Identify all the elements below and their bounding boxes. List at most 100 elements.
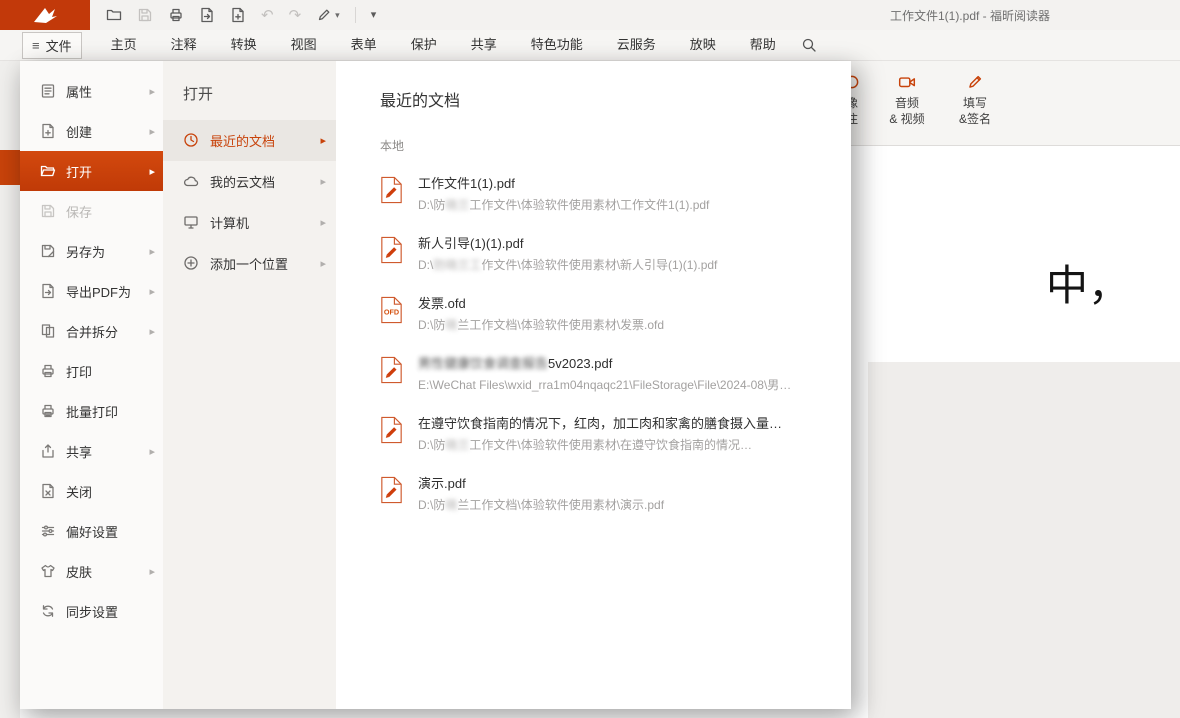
submenu-arrow-icon: ▸: [149, 85, 155, 98]
open-submenu-item-3[interactable]: 计算机▸: [163, 202, 336, 243]
pdf-file-icon: [380, 236, 403, 265]
open-icon: [40, 163, 56, 179]
menu-tab-7[interactable]: 共享: [454, 30, 514, 60]
file-menu-item-5[interactable]: 另存为▸: [20, 231, 163, 271]
toolbar-more-icon[interactable]: ▾: [371, 10, 377, 21]
search-icon[interactable]: [801, 37, 817, 53]
file-menu-item-1[interactable]: 属性 ▸: [20, 71, 163, 111]
submenu-arrow-icon: ▸: [320, 175, 326, 188]
menu-tab-10[interactable]: 放映: [673, 30, 733, 60]
file-menu-item-11[interactable]: 关闭: [20, 471, 163, 511]
redacted-text: 晓兰: [445, 198, 469, 212]
menu-tab-9[interactable]: 云服务: [600, 30, 673, 60]
open-submenu-item-label: 最近的文档: [210, 131, 275, 150]
recent-file-6[interactable]: 演示.pdfD:\防晓兰工作文档\体验软件使用素材\演示.pdf: [380, 464, 827, 524]
ribbon-button-label: 音频: [895, 95, 919, 111]
file-menu-item-9[interactable]: 批量打印: [20, 391, 163, 431]
recent-file-4[interactable]: 男性健康饮食调查报告5v2023.pdf E:\WeChat Files\wxid…: [380, 344, 827, 404]
open-submenu-item-label: 添加一个位置: [210, 254, 288, 273]
redacted-text: 男性健康饮食调查报告: [418, 356, 548, 371]
create-doc-icon[interactable]: [230, 7, 246, 23]
menu-tab-11[interactable]: 帮助: [733, 30, 793, 60]
file-menu-item-6[interactable]: 导出PDF为▸: [20, 271, 163, 311]
menu-tab-8[interactable]: 特色功能: [514, 30, 600, 60]
file-menu-button[interactable]: ≡ 文件: [22, 32, 82, 59]
menu-tab-2[interactable]: 注释: [154, 30, 214, 60]
batchprint-icon: [40, 403, 56, 419]
open-submenu-item-1[interactable]: 最近的文档▸: [163, 120, 336, 161]
file-menu-item-14[interactable]: 同步设置: [20, 591, 163, 631]
ribbon-button-3[interactable]: 填写&签名: [948, 69, 1002, 127]
ribbon-button-label: &签名: [959, 111, 991, 127]
open-file-icon[interactable]: [106, 7, 122, 23]
file-menu-item-4: 保存: [20, 191, 163, 231]
file-menu-item-3[interactable]: 打开▸: [20, 151, 163, 191]
recent-file-title: 在遵守饮食指南的情况下，红肉，加工肉和家禽的膳食摄入量…: [418, 415, 782, 432]
text-segment: 演示.pdf: [418, 476, 466, 491]
skin-icon: [40, 563, 56, 579]
submenu-arrow-icon: ▸: [149, 285, 155, 298]
file-menu-item-13[interactable]: 皮肤▸: [20, 551, 163, 591]
pdf-file-icon: [380, 356, 403, 385]
file-menu-item-label: 打印: [66, 362, 92, 381]
recent-file-title: 男性健康饮食调查报告5v2023.pdf: [418, 355, 791, 372]
open-submenu-item-label: 计算机: [210, 213, 249, 232]
svg-text:OFD: OFD: [384, 307, 399, 316]
recent-file-list: 工作文件1(1).pdfD:\防晓兰工作文件\体验软件使用素材\工作文件1(1)…: [380, 164, 827, 524]
recent-file-path: D:\防晓兰工作文件\体验软件使用素材\工作文件1(1).pdf: [418, 198, 709, 213]
file-menu-item-8[interactable]: 打印: [20, 351, 163, 391]
file-menu-item-label: 另存为: [66, 242, 105, 261]
file-menu-label: 文件: [46, 36, 72, 55]
file-menu-item-12[interactable]: 偏好设置: [20, 511, 163, 551]
plus-icon: [183, 255, 200, 272]
text-segment: D:\防: [418, 318, 445, 332]
ribbon-button-2[interactable]: 音频& 视频: [880, 69, 934, 127]
file-menu-item-2[interactable]: 创建▸: [20, 111, 163, 151]
background-accent: [0, 150, 20, 185]
open-submenu-item-2[interactable]: 我的云文档▸: [163, 161, 336, 202]
text-segment: D:\防: [418, 198, 445, 212]
text-segment: 新人引导(1)(1).pdf: [418, 236, 523, 251]
file-menu-item-10[interactable]: 共享▸: [20, 431, 163, 471]
file-menu-item-label: 皮肤: [66, 562, 92, 581]
menu-tab-5[interactable]: 表单: [334, 30, 394, 60]
recent-file-1[interactable]: 工作文件1(1).pdfD:\防晓兰工作文件\体验软件使用素材\工作文件1(1)…: [380, 164, 827, 224]
export-icon: [40, 283, 56, 299]
save-icon: [137, 7, 153, 23]
undo-icon: ↶: [261, 8, 274, 23]
open-submenu-item-4[interactable]: 添加一个位置▸: [163, 243, 336, 284]
open-submenu-list: 最近的文档▸我的云文档▸计算机▸添加一个位置▸: [163, 120, 336, 284]
text-segment: 5v2023.pdf: [548, 356, 612, 371]
annotate-tool-icon[interactable]: ▾: [316, 7, 340, 23]
window-title: 工作文件1(1).pdf - 福昕阅读器: [890, 0, 1050, 30]
clock-icon: [183, 132, 200, 149]
menu-tab-3[interactable]: 转换: [214, 30, 274, 60]
recent-file-path: E:\WeChat Files\wxid_rra1m04nqaqc21\File…: [418, 378, 791, 393]
recent-file-text: 新人引导(1)(1).pdfD:\防晓兰工作文件\体验软件使用素材\新人引导(1…: [418, 235, 717, 273]
menu-tab-1[interactable]: 主页: [94, 30, 154, 60]
recent-file-5[interactable]: 在遵守饮食指南的情况下，红肉，加工肉和家禽的膳食摄入量… D:\防晓兰工作文件\体…: [380, 404, 827, 464]
file-menu-item-7[interactable]: 合并拆分▸: [20, 311, 163, 351]
recent-documents-title: 最近的文档: [380, 87, 827, 111]
text-segment: 工作文件\体验软件使用素材\在遵守饮食指南的情况…: [469, 438, 752, 452]
file-menu-item-label: 关闭: [66, 482, 92, 501]
print-icon[interactable]: [168, 7, 184, 23]
properties-icon: [40, 83, 56, 99]
menu-tab-4[interactable]: 视图: [274, 30, 334, 60]
document-image-region: [868, 362, 1180, 718]
menu-tab-6[interactable]: 保护: [394, 30, 454, 60]
text-segment: D:\防: [418, 438, 445, 452]
create-icon: [40, 123, 56, 139]
ofd-file-icon: OFD: [380, 296, 403, 325]
recent-file-2[interactable]: 新人引导(1)(1).pdfD:\防晓兰工作文件\体验软件使用素材\新人引导(1…: [380, 224, 827, 284]
text-segment: 兰工作文档\体验软件使用素材\演示.pdf: [457, 498, 664, 512]
open-submenu-header: 打开: [183, 83, 336, 104]
hamburger-icon: ≡: [32, 38, 40, 53]
saveas-icon: [40, 243, 56, 259]
file-menu-item-label: 属性: [66, 82, 92, 101]
recent-file-text: 工作文件1(1).pdfD:\防晓兰工作文件\体验软件使用素材\工作文件1(1)…: [418, 175, 709, 213]
export-doc-icon[interactable]: [199, 7, 215, 23]
text-segment: D:\防: [418, 498, 445, 512]
redacted-text: 晓兰: [445, 438, 469, 452]
recent-file-3[interactable]: OFD发票.ofdD:\防晓兰工作文档\体验软件使用素材\发票.ofd: [380, 284, 827, 344]
